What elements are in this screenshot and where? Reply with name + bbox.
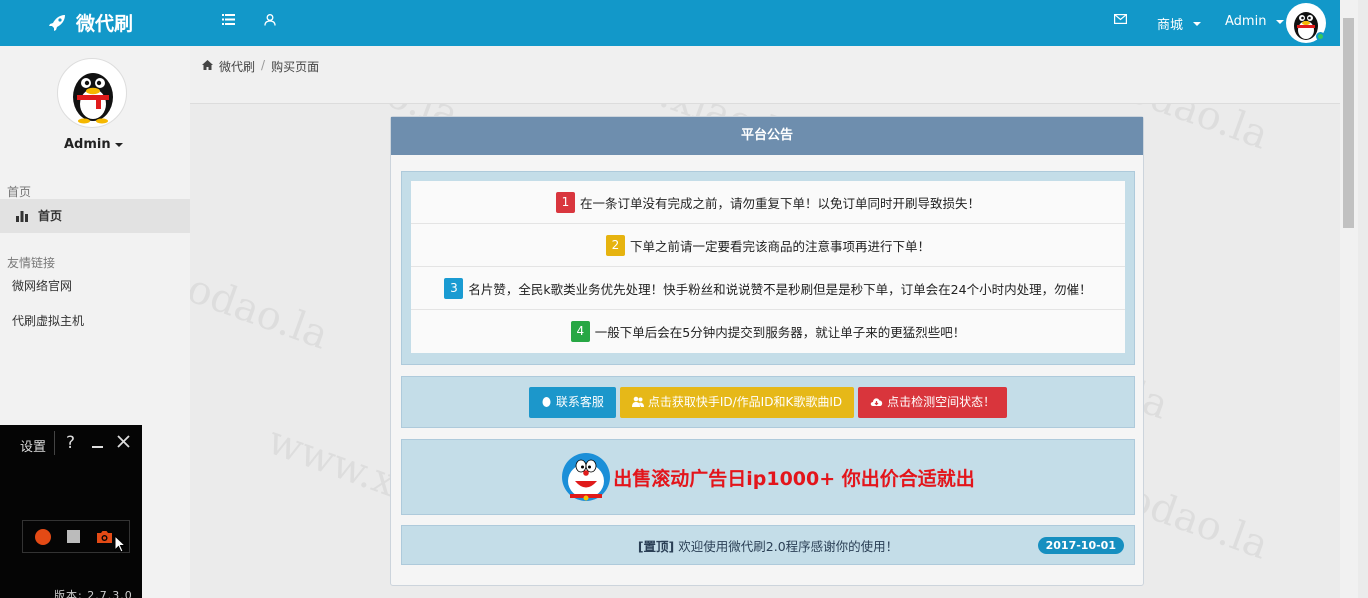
close-icon[interactable]	[117, 435, 130, 448]
notice-text: 名片赞，全民k歌类业务优先处理！快手粉丝和说说赞不是秒刷但是是秒下单，订单会在2…	[468, 281, 1092, 297]
ad-text: 出售滚动广告日ip1000+ 你出价合适就出	[613, 467, 975, 490]
button-label: 点击获取快手ID/作品ID和K歌歌曲ID	[647, 394, 843, 409]
breadcrumb-home[interactable]: 微代刷	[219, 58, 255, 103]
action-buttons: 联系客服 点击获取快手ID/作品ID和K歌歌曲ID 点击检测空间状态！	[401, 376, 1135, 428]
qq-icon	[542, 396, 551, 407]
divider	[54, 431, 55, 455]
notice-list: 1 在一条订单没有完成之前，请勿重复下单！以免订单同时开刷导致损失！ 2 下单之…	[401, 171, 1135, 365]
pinned-notice[interactable]: [置顶] 欢迎使用微代刷2.0程序感谢你的使用！ 2017-10-01	[401, 525, 1135, 565]
users-icon	[631, 396, 644, 407]
sidebar-item-label: 代刷虚拟主机	[12, 314, 85, 328]
sidebar-item-link[interactable]: 微网络官网	[0, 269, 190, 303]
pinned-tag: [置顶]	[637, 538, 675, 554]
list-item: 4 一般下单后会在5分钟内提交到服务器，就让单子来的更猛烈些吧！	[411, 310, 1125, 353]
help-icon[interactable]: ?	[66, 433, 75, 453]
camera-icon[interactable]	[96, 530, 113, 544]
screen-recorder-widget: 设置 ? 版本: 2.7.3.0	[0, 425, 142, 598]
notice-text: 在一条订单没有完成之前，请勿重复下单！以免订单同时开刷导致损失！	[579, 195, 980, 211]
sidebar-avatar[interactable]	[57, 58, 127, 128]
doraemon-icon	[562, 453, 611, 501]
sidebar-username: Admin	[64, 137, 111, 152]
pinned-text: 欢迎使用微代刷2.0程序感谢你的使用！	[678, 538, 899, 554]
get-id-button[interactable]: 点击获取快手ID/作品ID和K歌歌曲ID	[619, 386, 855, 418]
brand-name: 微代刷	[76, 13, 134, 35]
sidebar-item-label: 首页	[38, 209, 63, 223]
home-icon	[202, 60, 213, 70]
panel-title: 平台公告	[391, 117, 1143, 155]
sidebar-username-dropdown[interactable]: Admin	[64, 137, 123, 152]
mail-icon[interactable]	[1114, 14, 1128, 28]
record-button[interactable]	[35, 528, 51, 545]
announcement-panel: 平台公告 1 在一条订单没有完成之前，请勿重复下单！以免订单同时开刷导致损失！ …	[390, 116, 1144, 586]
scrollbar-thumb[interactable]	[1343, 18, 1354, 228]
user-icon[interactable]	[264, 14, 276, 30]
city-dropdown[interactable]: 商城	[1157, 14, 1202, 33]
admin-label: Admin	[1225, 14, 1267, 29]
caret-down-icon	[114, 142, 123, 147]
number-badge: 3	[444, 277, 464, 299]
notice-text: 下单之前请一定要看完该商品的注意事项再进行下单！	[629, 238, 930, 254]
caret-down-icon	[1193, 21, 1202, 26]
list-item: 3 名片赞，全民k歌类业务优先处理！快手粉丝和说说赞不是秒刷但是是秒下单，订单会…	[411, 267, 1125, 310]
version-label: 版本: 2.7.3.0	[54, 589, 133, 598]
sidebar-section-title: 首页	[7, 185, 32, 199]
city-label: 商城	[1157, 18, 1184, 33]
menu-toggle-icon[interactable]	[222, 14, 235, 29]
list-item: 1 在一条订单没有完成之前，请勿重复下单！以免订单同时开刷导致损失！	[411, 181, 1125, 224]
check-space-button[interactable]: 点击检测空间状态！	[858, 386, 1008, 418]
button-label: 联系客服	[555, 394, 604, 409]
minimize-icon[interactable]	[92, 446, 103, 448]
admin-dropdown[interactable]: Admin	[1225, 14, 1285, 29]
stop-button[interactable]	[67, 530, 80, 543]
number-badge: 1	[555, 191, 575, 213]
online-status-dot	[1316, 32, 1325, 41]
bar-chart-icon	[16, 211, 28, 222]
sidebar-item-link[interactable]: 代刷虚拟主机	[0, 304, 190, 338]
top-navbar: 微代刷 商城 Admin	[0, 0, 1340, 46]
main-content: 微代刷 / 购买页面 平台公告 1 在一条订单没有完成之前，请勿重复下单！以免订…	[190, 46, 1340, 598]
date-badge: 2017-10-01	[1037, 537, 1124, 554]
notice-text: 一般下单后会在5分钟内提交到服务器，就让单子来的更猛烈些吧！	[594, 325, 966, 340]
sidebar-item-home[interactable]: 首页	[0, 199, 190, 233]
penguin-avatar-icon	[73, 73, 113, 124]
mouse-cursor-icon	[114, 535, 126, 553]
list-item: 2 下单之前请一定要看完该商品的注意事项再进行下单！	[411, 224, 1125, 267]
contact-support-button[interactable]: 联系客服	[528, 386, 616, 418]
caret-down-icon	[1276, 19, 1285, 24]
number-badge: 4	[570, 321, 590, 342]
recorder-settings[interactable]: 设置	[20, 436, 46, 455]
breadcrumb: 微代刷 / 购买页面	[190, 46, 1340, 104]
rocket-icon	[49, 14, 65, 31]
button-label: 点击检测空间状态！	[887, 394, 996, 409]
sidebar-item-label: 微网络官网	[12, 279, 73, 293]
page-scrollbar[interactable]	[1340, 0, 1358, 598]
breadcrumb-separator: /	[261, 58, 266, 72]
advertisement-banner[interactable]: 出售滚动广告日ip1000+ 你出价合适就出	[401, 439, 1135, 515]
number-badge: 2	[605, 234, 625, 256]
cloud-download-icon	[870, 397, 883, 406]
brand-logo[interactable]: 微代刷	[47, 9, 133, 36]
breadcrumb-current: 购买页面	[271, 60, 320, 74]
